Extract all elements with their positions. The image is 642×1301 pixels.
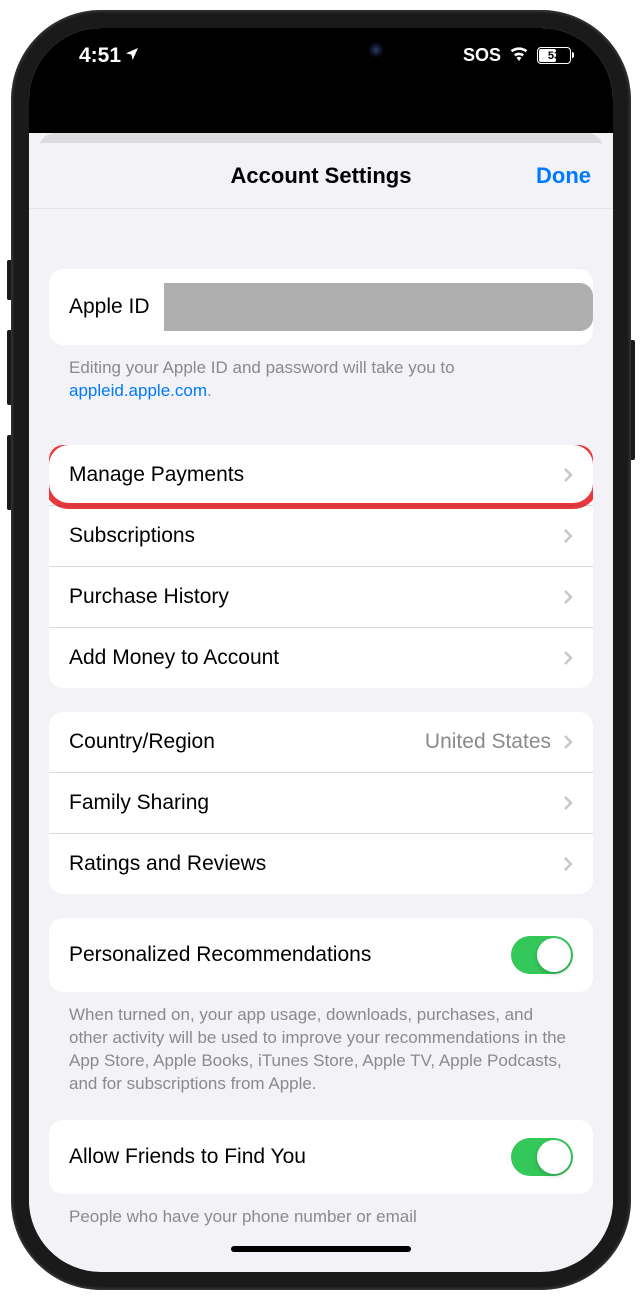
chevron-right-icon [563,734,573,750]
chevron-right-icon [563,856,573,872]
home-indicator[interactable] [231,1246,411,1252]
page-title: Account Settings [231,163,412,189]
personalized-recommendations-toggle[interactable] [511,936,573,974]
friends-footer: People who have your phone number or ema… [49,1194,593,1229]
ratings-reviews-row[interactable]: Ratings and Reviews [49,833,593,894]
country-region-row[interactable]: Country/Region United States [49,712,593,772]
subscriptions-row[interactable]: Subscriptions [49,505,593,566]
chevron-right-icon [563,528,573,544]
battery-level: 53 [548,50,560,62]
modal-header: Account Settings Done [29,143,613,209]
personalized-recommendations-row: Personalized Recommendations [49,918,593,992]
modal-sheet: Account Settings Done Apple ID Editing y… [29,143,613,1263]
manage-payments-row[interactable]: Manage Payments [49,445,593,505]
apple-id-label: Apple ID [69,295,150,319]
add-money-row[interactable]: Add Money to Account [49,627,593,688]
dynamic-island [241,28,401,72]
recommendations-footer: When turned on, your app usage, download… [49,992,593,1096]
family-sharing-row[interactable]: Family Sharing [49,772,593,833]
chevron-right-icon [563,589,573,605]
allow-friends-toggle[interactable] [511,1138,573,1176]
chevron-right-icon [563,650,573,666]
apple-id-row[interactable]: Apple ID [49,269,593,345]
location-icon [124,44,140,68]
apple-id-redacted [164,283,593,331]
battery-indicator: 53 [537,47,571,64]
done-button[interactable]: Done [536,163,591,189]
payments-group: Manage Payments Subscriptions Purchase H… [49,445,593,688]
camera-icon [369,43,383,57]
apple-id-group: Apple ID [49,269,593,345]
apple-id-link[interactable]: appleid.apple.com [69,381,207,400]
phone-frame: 4:51 SOS 53 Account Settings [11,10,631,1290]
purchase-history-row[interactable]: Purchase History [49,566,593,627]
country-region-value: United States [425,730,551,754]
chevron-right-icon [563,467,573,483]
recommendations-group: Personalized Recommendations [49,918,593,992]
allow-friends-row: Allow Friends to Find You [49,1120,593,1194]
wifi-icon [509,45,529,66]
account-group: Country/Region United States Family Shar… [49,712,593,894]
friends-group: Allow Friends to Find You [49,1120,593,1194]
sos-indicator: SOS [463,45,501,66]
apple-id-footer: Editing your Apple ID and password will … [49,345,593,403]
chevron-right-icon [563,795,573,811]
status-time: 4:51 [79,44,121,68]
